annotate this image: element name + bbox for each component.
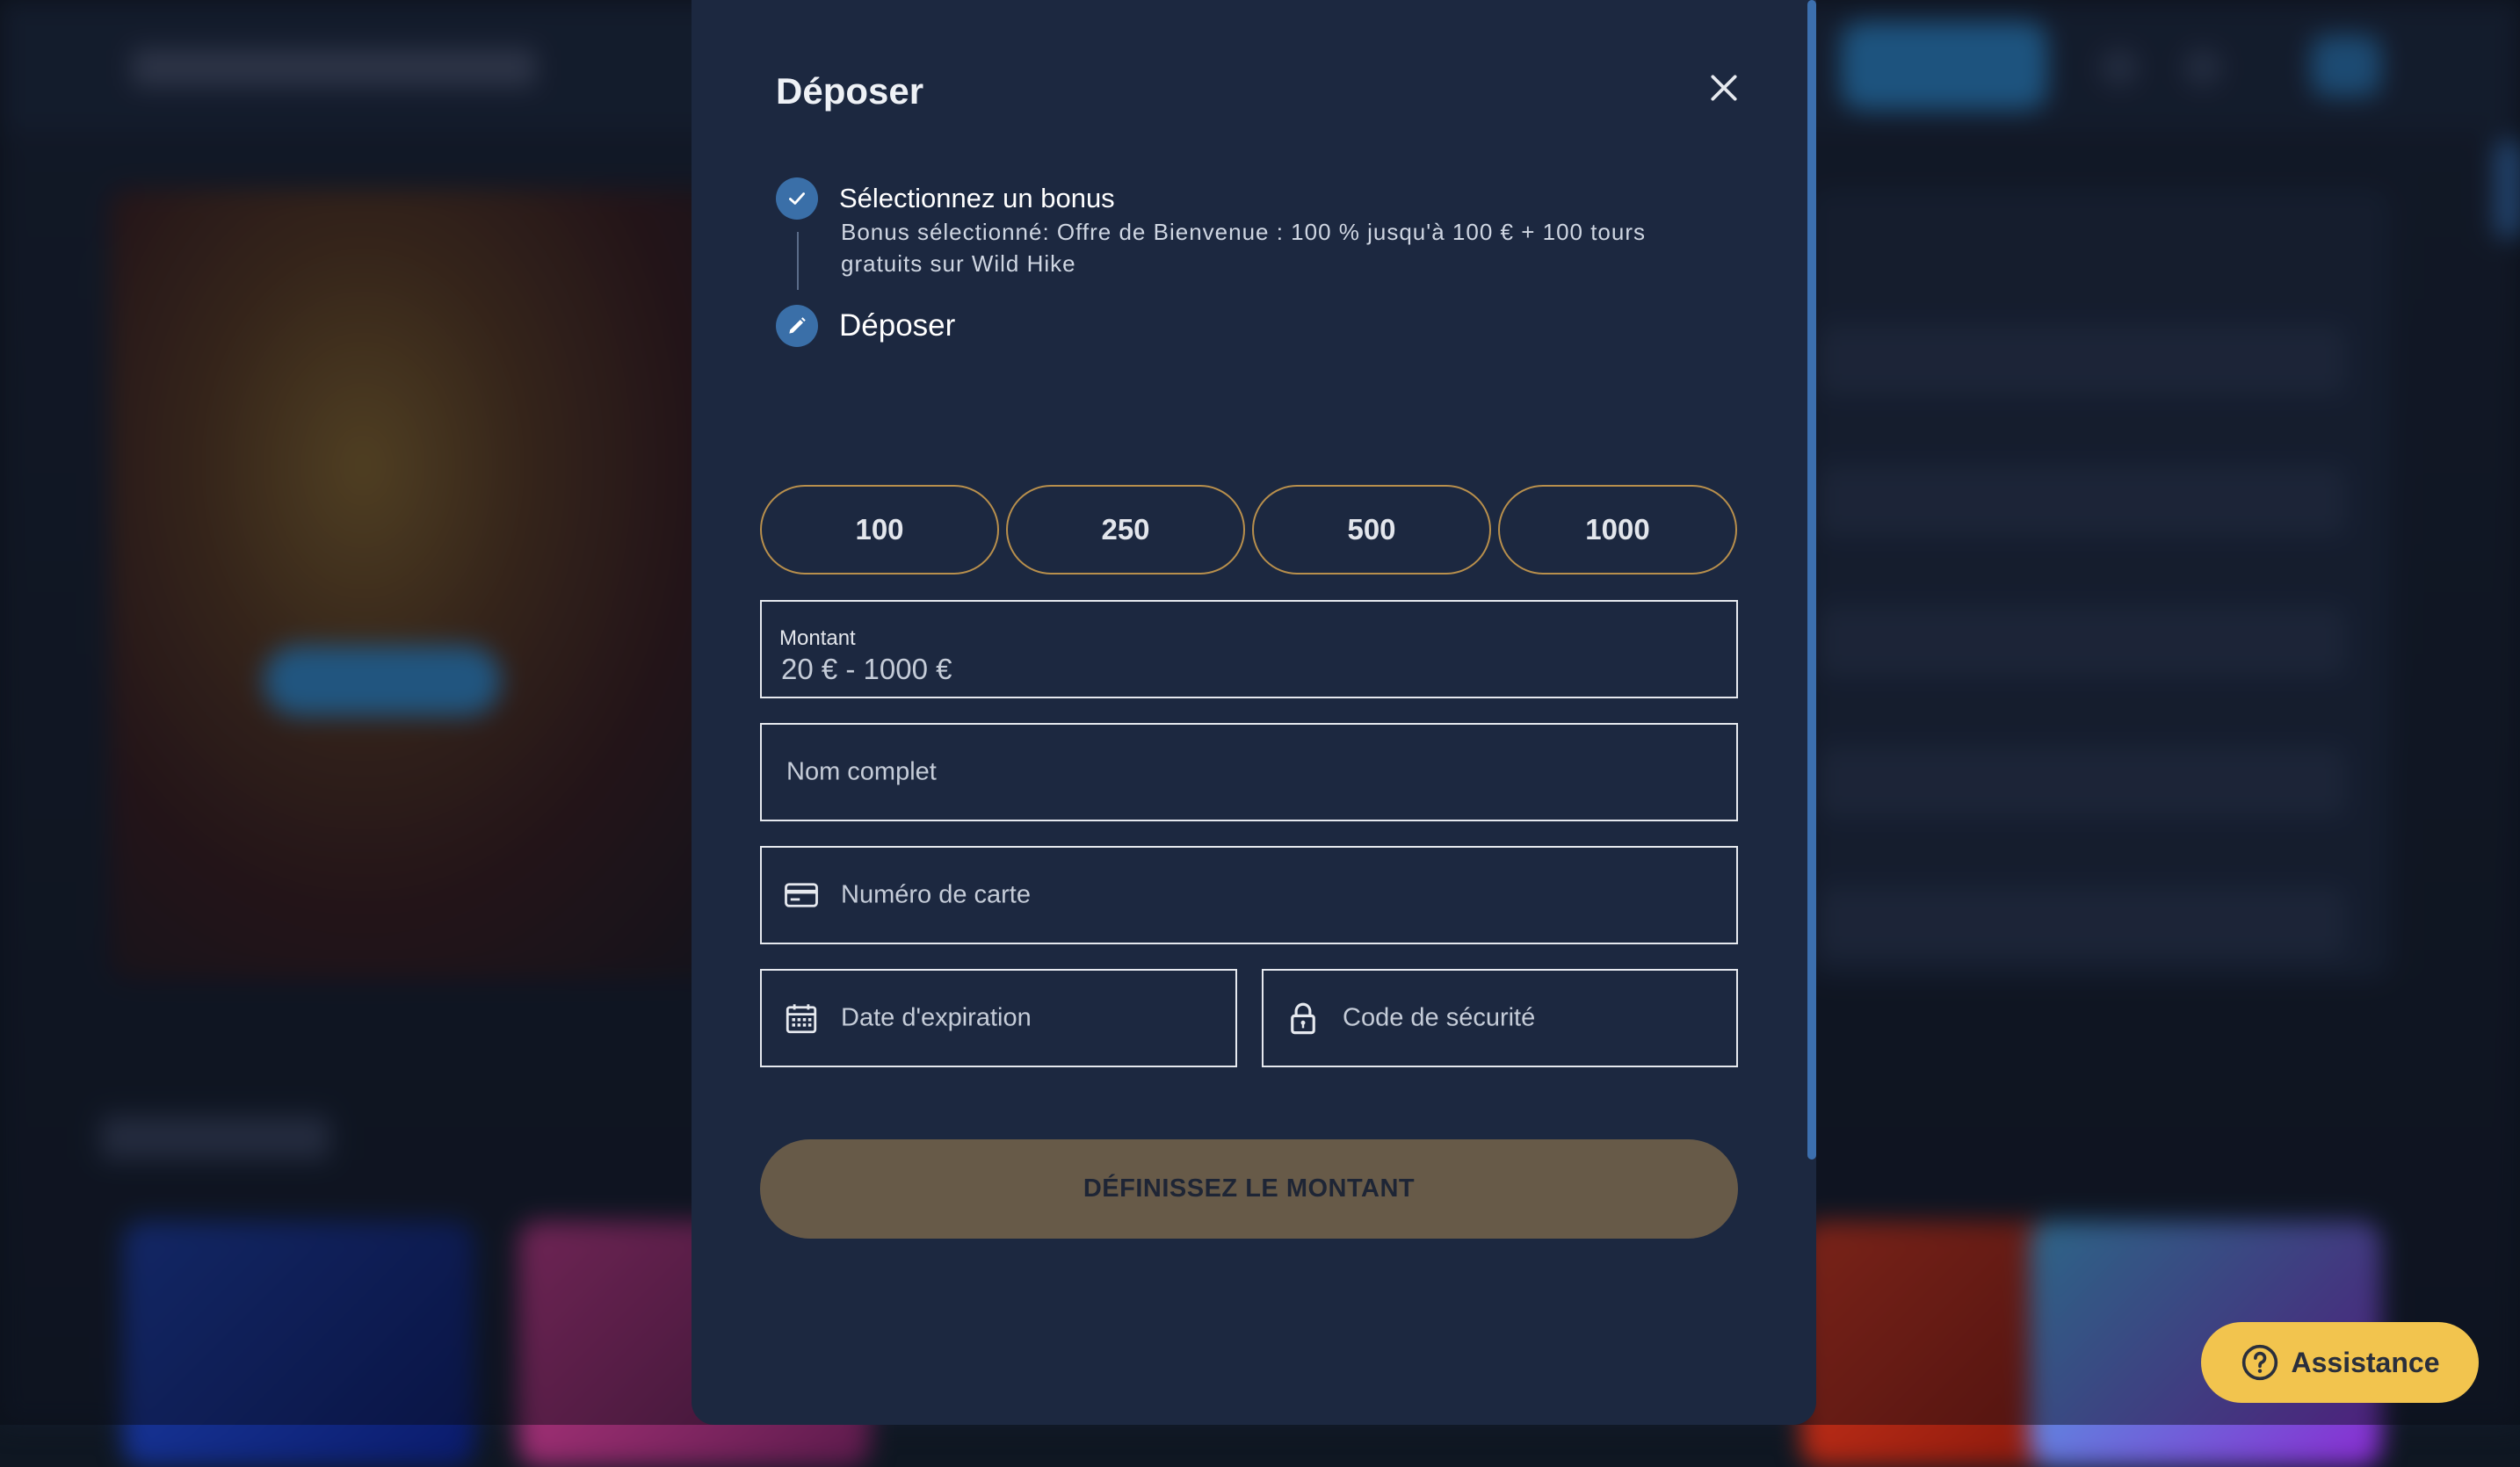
amount-preset-button[interactable]: 100 (760, 485, 999, 575)
close-button[interactable] (1702, 66, 1746, 110)
amount-input[interactable]: Montant 20 € - 1000 € (760, 600, 1738, 698)
calendar-icon (783, 1000, 820, 1037)
amount-presets: 100 250 500 1000 (760, 485, 1737, 575)
selected-bonus-description: Bonus sélectionné: Offre de Bienvenue : … (841, 216, 1684, 279)
modal-scrollbar[interactable] (1807, 0, 1816, 1160)
step-status-circle (776, 305, 818, 347)
step-status-circle (776, 177, 818, 220)
full-name-placeholder: Nom complet (786, 758, 937, 787)
step-connector (797, 232, 799, 290)
full-name-input[interactable]: Nom complet (760, 723, 1738, 821)
expiry-date-placeholder: Date d'expiration (841, 1004, 1032, 1033)
pencil-icon (786, 314, 808, 337)
security-code-placeholder: Code de sécurité (1343, 1004, 1535, 1033)
amount-label: Montant (779, 626, 856, 651)
lock-icon (1285, 1000, 1322, 1037)
expiry-date-input[interactable]: Date d'expiration (760, 969, 1237, 1067)
amount-placeholder: 20 € - 1000 € (781, 653, 952, 686)
check-icon (786, 187, 808, 210)
step-deposit: Déposer (776, 305, 955, 347)
deposit-modal: Déposer Sélectionnez un bonus Bonus séle… (692, 0, 1816, 1425)
assistance-button[interactable]: Assistance (2201, 1322, 2479, 1403)
step-title: Déposer (839, 305, 955, 347)
security-code-input[interactable]: Code de sécurité (1262, 969, 1738, 1067)
modal-title: Déposer (776, 70, 923, 112)
card-number-input[interactable]: Numéro de carte (760, 846, 1738, 944)
help-circle-icon (2241, 1343, 2279, 1382)
amount-preset-button[interactable]: 1000 (1498, 485, 1737, 575)
close-icon (1707, 71, 1741, 105)
card-number-placeholder: Numéro de carte (841, 881, 1031, 910)
assistance-label: Assistance (2292, 1347, 2440, 1379)
step-select-bonus[interactable]: Sélectionnez un bonus (776, 177, 1115, 220)
set-amount-button[interactable]: DÉFINISSEZ LE MONTANT (760, 1139, 1738, 1239)
amount-preset-button[interactable]: 250 (1006, 485, 1245, 575)
step-title: Sélectionnez un bonus (839, 177, 1115, 220)
amount-preset-button[interactable]: 500 (1252, 485, 1491, 575)
credit-card-icon (783, 877, 820, 914)
